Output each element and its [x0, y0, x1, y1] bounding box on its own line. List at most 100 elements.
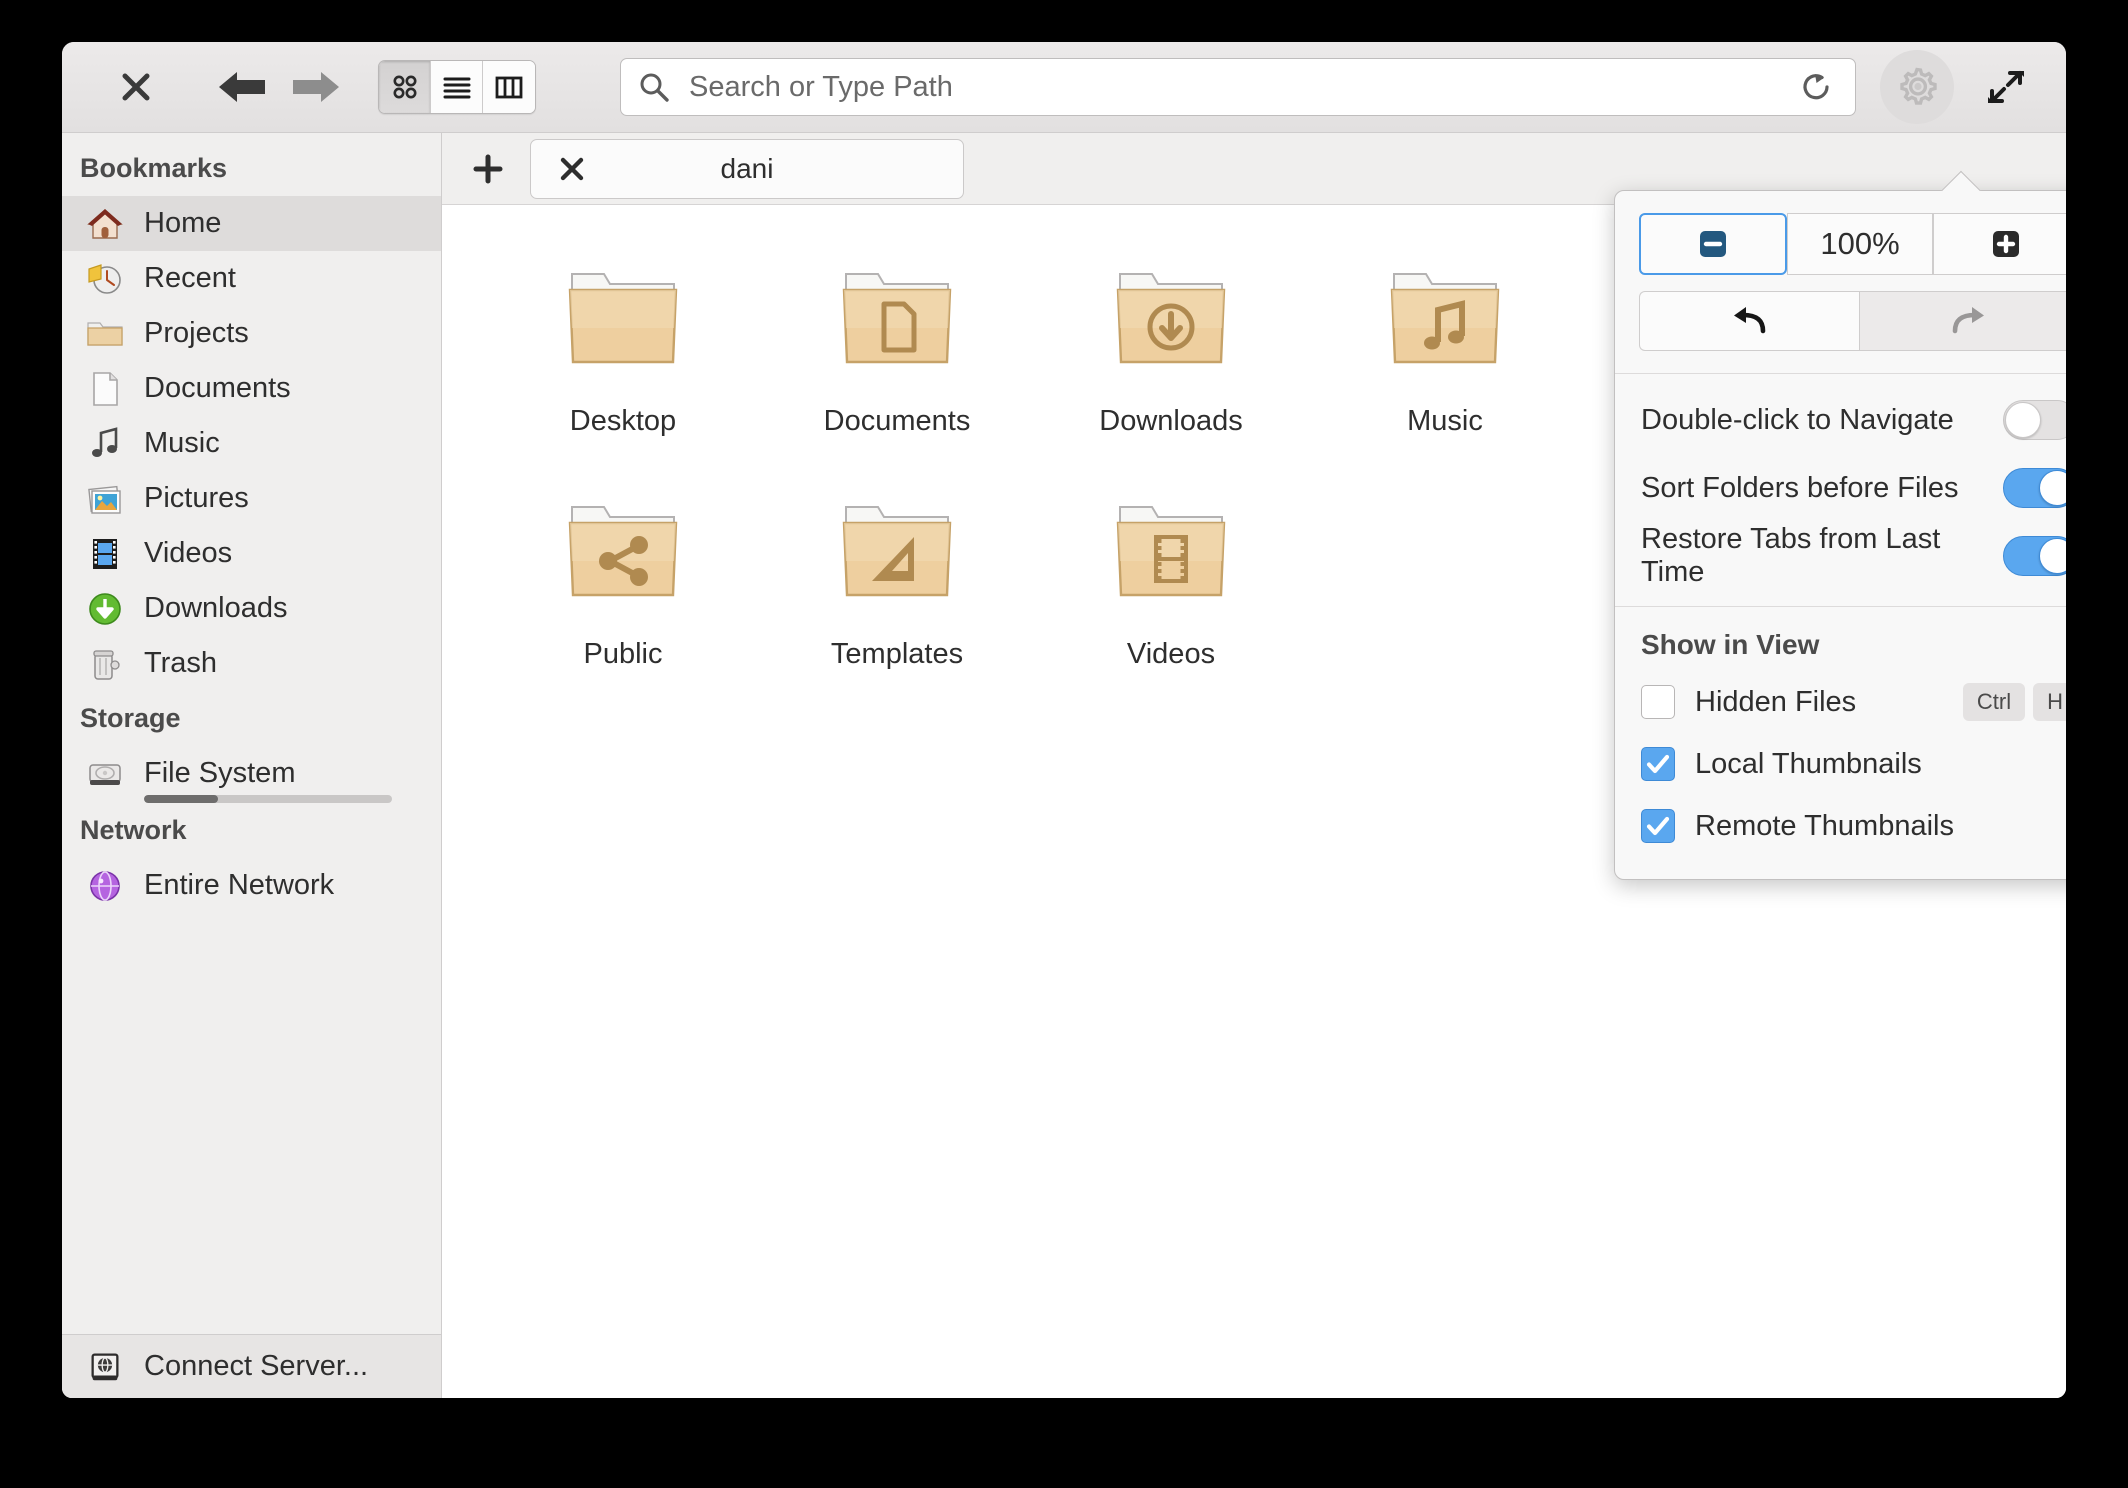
check-icon [1646, 754, 1670, 774]
folder-downloads-icon [1106, 259, 1236, 389]
file-item-music[interactable]: Music [1308, 245, 1582, 448]
toggle-row-double-click-navigate[interactable]: Double-click to Navigate [1615, 386, 2066, 454]
view-mode-column-button[interactable] [483, 61, 535, 113]
grid-icon [393, 75, 416, 99]
sidebar-item-label: Projects [144, 317, 249, 349]
back-arrow-icon [219, 72, 265, 102]
popover-toggles-section: Double-click to Navigate Sort Folders be… [1615, 374, 2066, 606]
settings-gear-button[interactable] [1880, 50, 1954, 124]
minus-square-icon [1700, 231, 1726, 257]
home-icon [84, 203, 126, 245]
view-mode-list-button[interactable] [431, 61, 483, 113]
check-icon [1646, 816, 1670, 836]
sidebar-item-downloads[interactable]: Downloads [62, 581, 441, 636]
search-path-bar[interactable]: Search or Type Path [620, 58, 1856, 116]
plus-square-icon [1993, 231, 2019, 257]
undo-arrow-icon [1734, 307, 1766, 334]
zoom-level-label: 100% [1820, 226, 1900, 261]
sidebar-heading-bookmarks: Bookmarks [80, 153, 228, 183]
connect-server-button[interactable]: Connect Server... [62, 1334, 441, 1398]
popover-show-in-view-section: Show in View Hidden Files Ctrl H Local T… [1615, 607, 2066, 879]
file-item-downloads[interactable]: Downloads [1034, 245, 1308, 448]
file-item-desktop[interactable]: Desktop [486, 245, 760, 448]
restore-tabs-toggle[interactable] [2003, 536, 2066, 576]
file-item-documents[interactable]: Documents [760, 245, 1034, 448]
network-icon [84, 865, 126, 907]
file-label: Downloads [1099, 405, 1243, 437]
local-thumbnails-checkbox[interactable] [1641, 747, 1675, 781]
history-controls [1639, 291, 2066, 351]
view-mode-icon-button[interactable] [379, 61, 431, 113]
toggle-label: Double-click to Navigate [1641, 403, 1954, 436]
redo-arrow-icon [1952, 307, 1984, 334]
reload-button[interactable] [1795, 65, 1839, 109]
zoom-level-display[interactable]: 100% [1787, 213, 1933, 275]
popover-arrow [1939, 169, 1983, 191]
sidebar-item-label: Entire Network [144, 869, 335, 901]
file-item-videos[interactable]: Videos [1034, 478, 1308, 681]
sidebar-item-videos[interactable]: Videos [62, 526, 441, 581]
back-button[interactable] [214, 59, 270, 115]
file-item-templates[interactable]: Templates [760, 478, 1034, 681]
show-in-view-title: Show in View [1641, 629, 1820, 660]
sidebar-item-file-system[interactable]: File System [62, 746, 441, 801]
folder-publicshare-icon [558, 492, 688, 622]
remote-thumbnails-checkbox[interactable] [1641, 809, 1675, 843]
sidebar-item-label: Trash [144, 647, 218, 679]
file-item-public[interactable]: Public [486, 478, 760, 681]
search-input[interactable]: Search or Type Path [689, 71, 1795, 104]
toolbar: Search or Type Path [62, 42, 2066, 133]
sidebar-scroll: Bookmarks Home Recent Projects Documents… [62, 133, 441, 1334]
checkbox-label: Hidden Files [1695, 685, 1857, 718]
sidebar-item-recent[interactable]: Recent [62, 251, 441, 306]
reload-icon [1803, 74, 1829, 100]
toggle-label: Restore Tabs from Last Time [1641, 523, 1941, 588]
key-ctrl: Ctrl [1962, 683, 2026, 721]
sidebar-item-entire-network[interactable]: Entire Network [62, 858, 441, 913]
zoom-out-button[interactable] [1639, 213, 1787, 275]
close-window-button[interactable] [108, 59, 164, 115]
columns-icon [495, 76, 523, 99]
forward-button[interactable] [288, 59, 344, 115]
redo-button[interactable] [1858, 291, 2066, 351]
toggle-row-restore-tabs[interactable]: Restore Tabs from Last Time [1615, 522, 2066, 590]
file-label: Templates [830, 638, 964, 670]
sidebar: Bookmarks Home Recent Projects Documents… [62, 133, 442, 1398]
file-label: Music [1407, 405, 1483, 437]
double-click-navigate-toggle[interactable] [2003, 400, 2066, 440]
checkbox-row-remote-thumbnails[interactable]: Remote Thumbnails [1615, 795, 2066, 857]
hidden-files-checkbox[interactable] [1641, 685, 1675, 719]
sidebar-item-label: Recent [144, 262, 236, 294]
key-h: H [2033, 683, 2066, 721]
checkbox-row-hidden-files[interactable]: Hidden Files Ctrl H [1615, 671, 2066, 733]
tab-dani[interactable]: dani [530, 138, 964, 199]
sidebar-heading-storage: Storage [80, 703, 181, 733]
sidebar-item-trash[interactable]: Trash [62, 636, 441, 691]
undo-button[interactable] [1639, 291, 1859, 351]
server-icon [84, 1346, 126, 1388]
fullscreen-button[interactable] [1976, 57, 2036, 117]
view-mode-switcher[interactable] [378, 60, 536, 114]
folder-templates-icon [832, 492, 962, 622]
new-tab-button[interactable] [462, 143, 514, 195]
sidebar-item-label: Videos [144, 537, 233, 569]
folder-icon [84, 313, 126, 355]
plus-icon [473, 154, 503, 183]
shortcut-keys: Ctrl H [1962, 683, 2066, 721]
file-label: Public [583, 638, 663, 670]
sidebar-item-pictures[interactable]: Pictures [62, 471, 441, 526]
sidebar-item-label: Downloads [144, 592, 288, 624]
toggle-row-sort-folders-before-files[interactable]: Sort Folders before Files [1615, 454, 2066, 522]
toggle-label: Sort Folders before Files [1641, 471, 1959, 504]
sidebar-item-documents[interactable]: Documents [62, 361, 441, 416]
sidebar-item-music[interactable]: Music [62, 416, 441, 471]
sidebar-item-projects[interactable]: Projects [62, 306, 441, 361]
sidebar-item-home[interactable]: Home [62, 196, 441, 251]
tab-close-icon[interactable] [555, 152, 589, 186]
sidebar-item-label: Documents [144, 372, 291, 404]
file-label: Videos [1126, 638, 1216, 670]
zoom-in-button[interactable] [1933, 213, 2066, 275]
checkbox-row-local-thumbnails[interactable]: Local Thumbnails [1615, 733, 2066, 795]
sort-folders-before-files-toggle[interactable] [2003, 468, 2066, 508]
sidebar-item-label: Pictures [144, 482, 249, 514]
